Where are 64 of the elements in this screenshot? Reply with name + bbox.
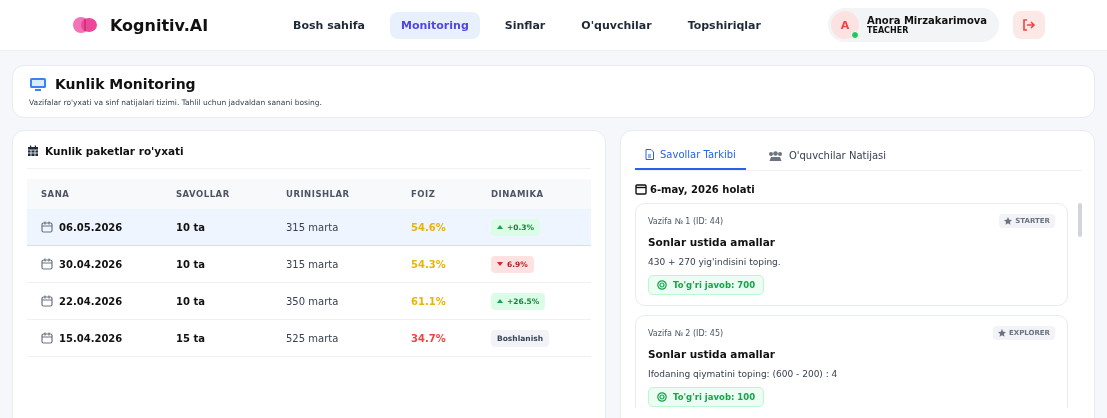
target-icon: [657, 392, 667, 402]
calendar-icon: [41, 221, 53, 233]
answer-badge: To'g'ri javob: 700: [648, 275, 765, 295]
column-header: SAVOLLAR: [176, 189, 231, 199]
column-header: URINISHLAR: [286, 189, 351, 199]
task-question: Ifodaning qiymatini toping: (600 - 200) : 4: [648, 369, 838, 379]
task-meta: Vazifa № 1 (ID: 44): [648, 216, 724, 226]
tab[interactable]: O'quvchilar Natijasi: [757, 145, 897, 170]
monitor-icon: [29, 76, 47, 92]
date-cell: 06.05.2026: [59, 221, 123, 233]
tab[interactable]: Savollar Tarkibi: [635, 145, 746, 170]
task-meta: Vazifa № 2 (ID: 45): [648, 328, 724, 338]
questions-cell-text: 10 ta: [176, 295, 206, 307]
attempts-cell-text: 315 marta: [286, 258, 340, 270]
percent-cell: 61.1%: [411, 295, 446, 307]
up-triangle-icon: [497, 225, 503, 229]
scrollbar[interactable]: [1078, 203, 1082, 237]
user-chip[interactable]: A Anora Mirzakarimova TEACHER: [828, 8, 1000, 42]
users-icon: [767, 150, 783, 161]
nav-link[interactable]: O'quvchilar: [570, 11, 663, 39]
brain-icon: [72, 15, 98, 35]
nav-link[interactable]: Topshiriqlar: [676, 11, 772, 39]
nav-link[interactable]: Monitoring: [389, 11, 480, 39]
column-header: SANA: [41, 189, 71, 199]
column-header: DINAMIKA: [491, 189, 545, 199]
star-icon: [997, 329, 1006, 337]
date-cell: 22.04.2026: [59, 295, 123, 307]
brand-name: Kognitiv.AI: [110, 15, 209, 35]
attempts-cell-text: 350 marta: [286, 295, 340, 307]
user-role: TEACHER: [867, 26, 910, 35]
down-triangle-icon: [497, 262, 503, 266]
task-question: 430 + 270 yig'indisini toping.: [648, 257, 781, 267]
page-title: Kunlik Monitoring: [55, 76, 196, 92]
date-cell: 30.04.2026: [59, 258, 123, 270]
task-title: Sonlar ustida amallar: [648, 348, 775, 360]
questions-cell-text: 15 ta: [176, 332, 206, 344]
percent-cell: 54.3%: [411, 258, 446, 270]
attempts-cell-text: 315 marta: [286, 221, 340, 233]
nav-link[interactable]: Sinflar: [493, 11, 557, 39]
calendar-icon: [41, 295, 53, 307]
nav-link[interactable]: Bosh sahifa: [282, 11, 376, 39]
avatar: A: [831, 11, 859, 39]
logout-icon: [1022, 18, 1037, 32]
percent-cell: 54.6%: [411, 221, 446, 233]
questions-cell-text: 10 ta: [176, 258, 206, 270]
logout-button[interactable]: [1013, 11, 1046, 39]
answer-badge: To'g'ri javob: 100: [648, 387, 765, 407]
calendar-icon: [41, 332, 53, 344]
task-title: Sonlar ustida amallar: [648, 236, 775, 248]
questions-cell-text: 10 ta: [176, 221, 206, 233]
date-cell: 15.04.2026: [59, 332, 123, 344]
attempts-cell-text: 525 marta: [286, 332, 340, 344]
date-heading: 6-may, 2026 holati: [650, 183, 755, 195]
column-header: FOIZ: [411, 189, 437, 199]
target-icon: [657, 280, 667, 290]
document-icon: [645, 149, 654, 160]
up-triangle-icon: [497, 299, 503, 303]
calendar-icon: [41, 258, 53, 270]
star-icon: [1004, 217, 1013, 225]
calendar-icon: [27, 145, 39, 157]
calendar-icon: [635, 183, 647, 195]
user-name: Anora Mirzakarimova: [867, 15, 988, 26]
percent-cell: 34.7%: [411, 332, 446, 344]
table-title: Kunlik paketlar ro'yxati: [45, 145, 184, 157]
